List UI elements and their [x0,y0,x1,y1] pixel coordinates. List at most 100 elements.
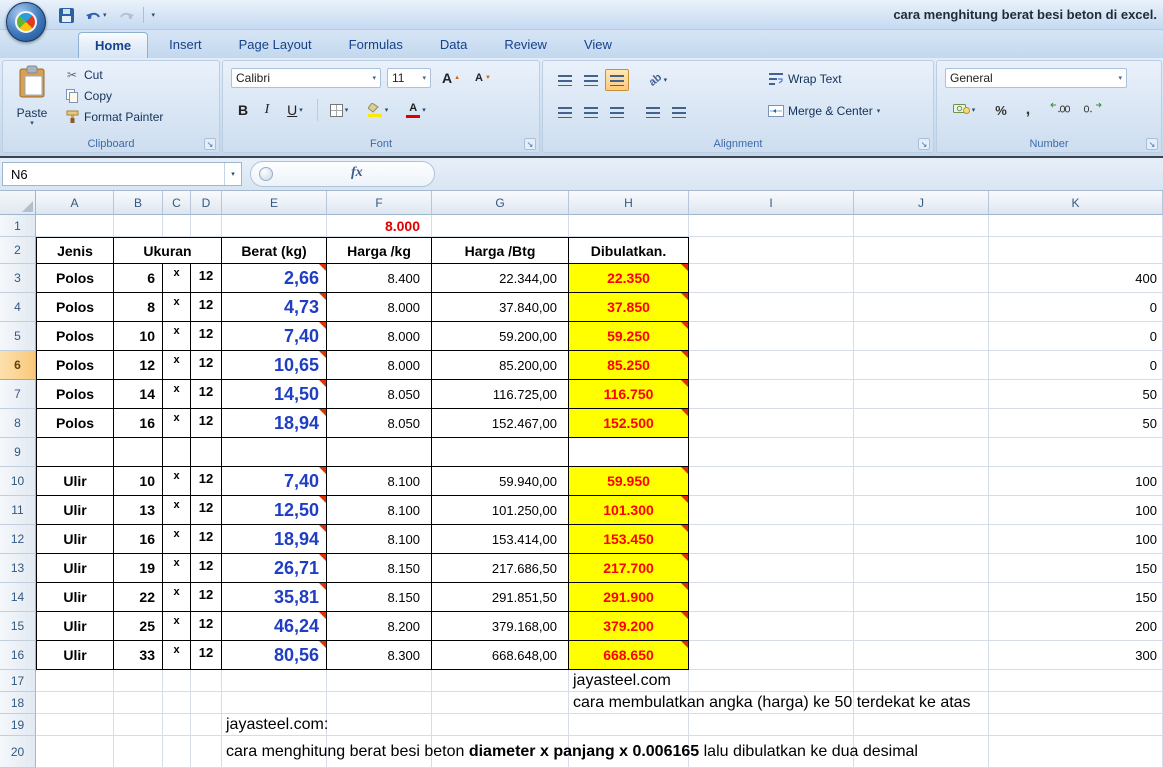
cell-F15[interactable]: 8.200 [327,612,432,641]
cell-J15[interactable] [854,612,989,641]
redo-button[interactable] [115,7,138,24]
cell-G6[interactable]: 85.200,00 [432,351,569,380]
column-header-D[interactable]: D [191,191,222,215]
cell-K2[interactable] [989,237,1163,264]
cell-G19[interactable] [432,714,569,736]
save-button[interactable] [56,6,77,25]
cell-G15[interactable]: 379.168,00 [432,612,569,641]
cell-F4[interactable]: 8.000 [327,293,432,322]
font-dialog-launcher[interactable]: ↘ [524,138,536,150]
cell-E13[interactable]: 26,71 [222,554,327,583]
cell-E18[interactable] [222,692,327,714]
cell-F10[interactable]: 8.100 [327,467,432,496]
fill-color-button[interactable]: ▾ [361,99,395,121]
cell-D9[interactable] [191,438,222,467]
cell-C19[interactable] [163,714,191,736]
cell-J6[interactable] [854,351,989,380]
cell-A2[interactable]: Jenis [36,237,114,264]
row-header-5[interactable]: 5 [0,322,36,351]
cell-D14[interactable]: 12 [191,583,222,612]
cell-J3[interactable] [854,264,989,293]
cell-J8[interactable] [854,409,989,438]
column-header-I[interactable]: I [689,191,854,215]
cell-A4[interactable]: Polos [36,293,114,322]
tab-view[interactable]: View [568,32,628,58]
align-center-button[interactable] [579,101,603,123]
column-header-K[interactable]: K [989,191,1163,215]
column-header-J[interactable]: J [854,191,989,215]
cell-D10[interactable]: 12 [191,467,222,496]
cell-J4[interactable] [854,293,989,322]
row-header-16[interactable]: 16 [0,641,36,670]
cell-I13[interactable] [689,554,854,583]
row-header-20[interactable]: 20 [0,736,36,768]
cell-K8[interactable]: 50 [989,409,1163,438]
column-header-C[interactable]: C [163,191,191,215]
decrease-indent-button[interactable] [641,101,665,123]
cell-E12[interactable]: 18,94 [222,525,327,554]
cell-B12[interactable]: 16 [114,525,163,554]
cell-D3[interactable]: 12 [191,264,222,293]
cell-G10[interactable]: 59.940,00 [432,467,569,496]
cell-E10[interactable]: 7,40 [222,467,327,496]
cell-I17[interactable] [689,670,854,692]
cell-H8[interactable]: 152.500 [569,409,689,438]
cell-K12[interactable]: 100 [989,525,1163,554]
decrease-decimal-button[interactable] [1079,99,1109,121]
cell-J13[interactable] [854,554,989,583]
row-header-8[interactable]: 8 [0,409,36,438]
cell-D17[interactable] [191,670,222,692]
cell-J9[interactable] [854,438,989,467]
borders-button[interactable]: ▾ [323,99,355,121]
row-header-17[interactable]: 17 [0,670,36,692]
cell-J16[interactable] [854,641,989,670]
cell-C5[interactable]: x [163,322,191,351]
cell-K1[interactable] [989,215,1163,237]
wrap-text-button[interactable]: Wrap Text [765,71,845,87]
cell-K9[interactable] [989,438,1163,467]
cell-G16[interactable]: 668.648,00 [432,641,569,670]
cell-A1[interactable] [36,215,114,237]
cell-E2[interactable]: Berat (kg) [222,237,327,264]
font-name-select[interactable]: Calibri ▾ [231,68,381,88]
align-top-button[interactable] [553,69,577,91]
cell-D6[interactable]: 12 [191,351,222,380]
cell-H1[interactable] [569,215,689,237]
cell-A20[interactable] [36,736,114,768]
cell-C6[interactable]: x [163,351,191,380]
cell-K5[interactable]: 0 [989,322,1163,351]
accounting-format-button[interactable]: ▾ [945,99,983,121]
row-header-12[interactable]: 12 [0,525,36,554]
cell-E14[interactable]: 35,81 [222,583,327,612]
font-color-button[interactable]: A ▾ [399,99,433,121]
cell-C1[interactable] [163,215,191,237]
cell-F14[interactable]: 8.150 [327,583,432,612]
cell-I11[interactable] [689,496,854,525]
cell-B17[interactable] [114,670,163,692]
cell-A3[interactable]: Polos [36,264,114,293]
cell-H3[interactable]: 22.350 [569,264,689,293]
cut-button[interactable]: ✂ Cut [61,67,166,83]
cell-B14[interactable]: 22 [114,583,163,612]
cell-C14[interactable]: x [163,583,191,612]
cell-I1[interactable] [689,215,854,237]
cell-H18[interactable]: cara membulatkan angka (harga) ke 50 ter… [569,692,971,714]
cell-D1[interactable] [191,215,222,237]
cell-C10[interactable]: x [163,467,191,496]
cell-I4[interactable] [689,293,854,322]
italic-button[interactable]: I [257,99,277,121]
cell-F6[interactable]: 8.000 [327,351,432,380]
percent-style-button[interactable]: % [989,99,1013,121]
cell-A8[interactable]: Polos [36,409,114,438]
cell-B8[interactable]: 16 [114,409,163,438]
cell-H13[interactable]: 217.700 [569,554,689,583]
row-header-6[interactable]: 6 [0,351,36,380]
cell-H6[interactable]: 85.250 [569,351,689,380]
cell-I10[interactable] [689,467,854,496]
cell-E4[interactable]: 4,73 [222,293,327,322]
cell-C11[interactable]: x [163,496,191,525]
cell-I15[interactable] [689,612,854,641]
cell-F8[interactable]: 8.050 [327,409,432,438]
cell-C15[interactable]: x [163,612,191,641]
cell-F2[interactable]: Harga /kg [327,237,432,264]
